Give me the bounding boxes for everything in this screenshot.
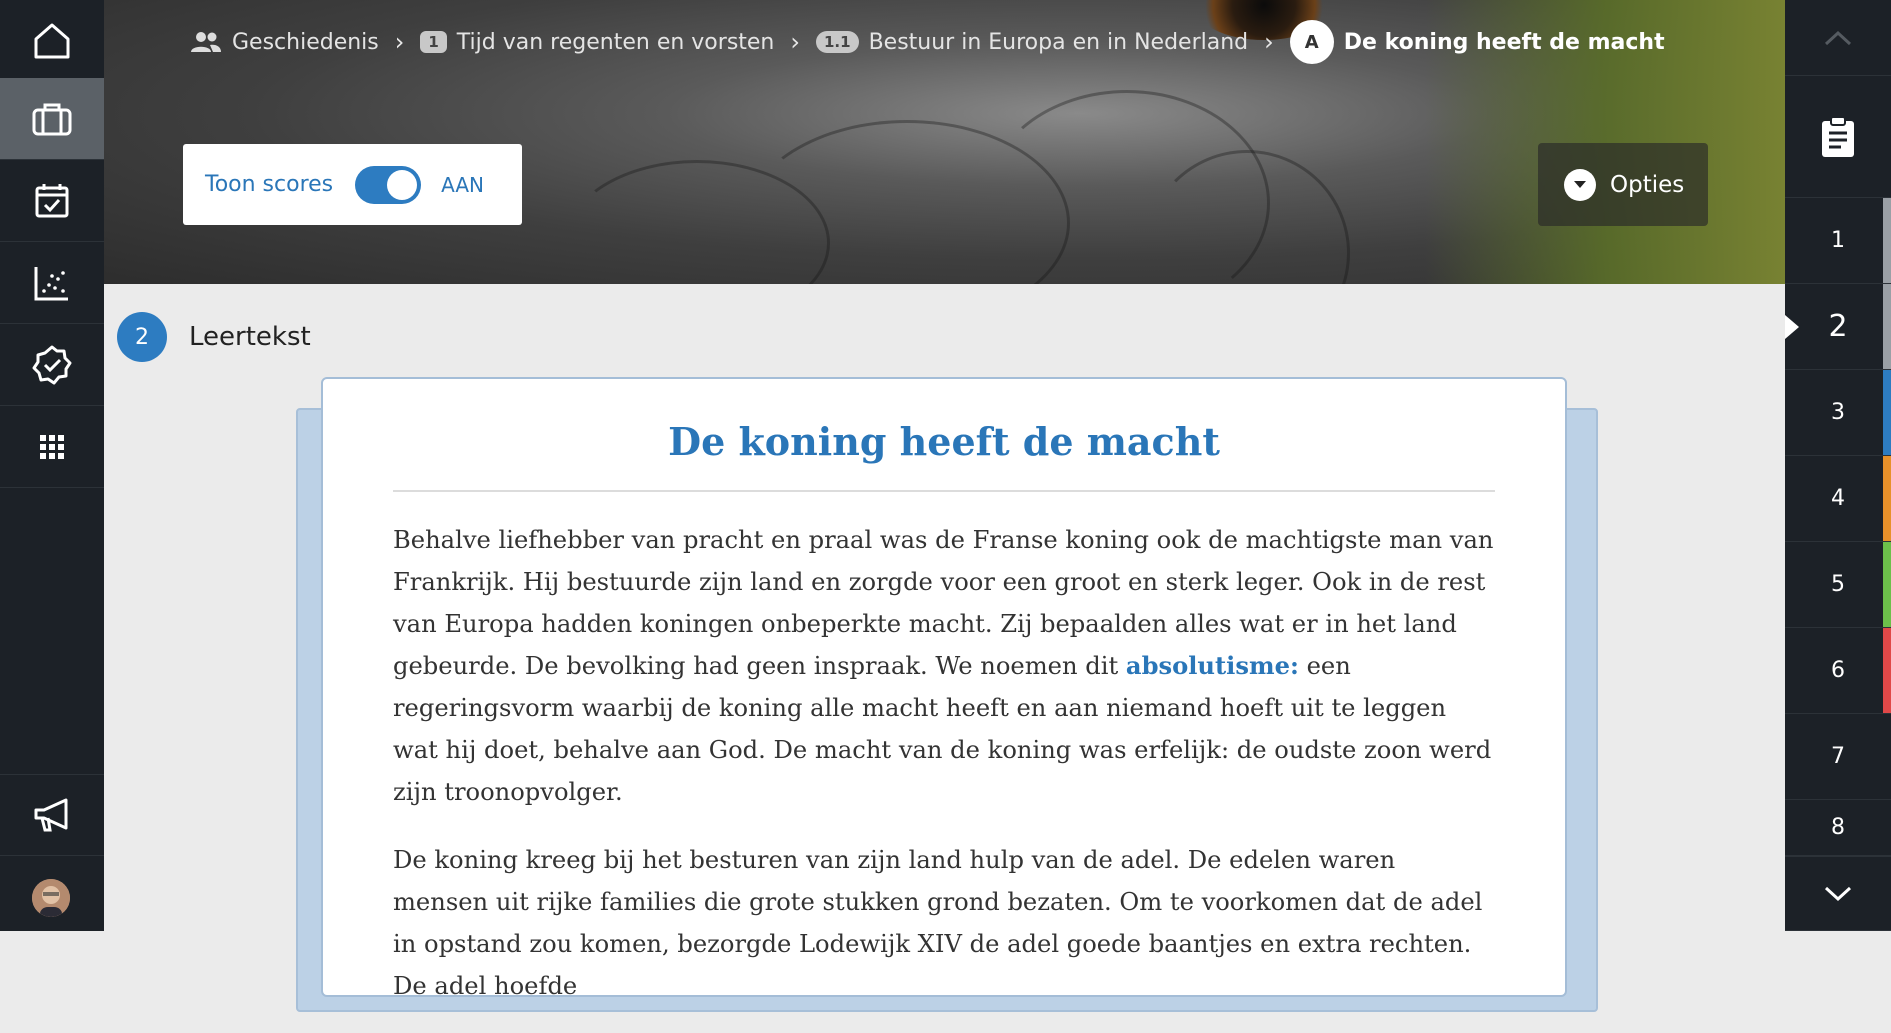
status-color-bar [1883, 284, 1891, 369]
nav-item-label: 1 [1831, 228, 1845, 253]
crumb-section-label: Bestuur in Europa en in Nederland [868, 29, 1249, 55]
calendar-check-icon [35, 183, 69, 217]
crumb-lesson: A De koning heeft de macht [1289, 20, 1665, 64]
left-sidebar [0, 0, 104, 931]
article-title: De koning heeft de macht [668, 419, 1220, 464]
nav-item-label: 7 [1831, 744, 1845, 769]
badge-check-icon [32, 345, 72, 384]
grid-icon [40, 434, 64, 459]
section-number-badge: 1.1 [816, 31, 859, 53]
crumb-lesson-label: De koning heeft de macht [1343, 29, 1665, 55]
breadcrumb: Geschiedenis › 1 Tijd van regenten en vo… [190, 20, 1665, 64]
paragraph: Behalve liefhebber van pracht en praal w… [393, 519, 1495, 813]
options-button[interactable]: Opties [1538, 143, 1708, 226]
nav-item-label: 3 [1831, 400, 1845, 425]
crumb-chapter-label: Tijd van regenten en vorsten [456, 29, 775, 55]
chevron-right-icon: › [790, 28, 800, 56]
crumb-chapter[interactable]: 1 Tijd van regenten en vorsten [420, 30, 774, 55]
portfolio-button[interactable] [0, 78, 104, 160]
nav-item-label: 6 [1831, 658, 1845, 683]
paragraph: De koning kreeg bij het besturen van zij… [393, 846, 1483, 1000]
nav-item-2[interactable]: 2 [1785, 284, 1891, 370]
overview-button[interactable] [1785, 76, 1891, 198]
group-icon [191, 32, 221, 52]
status-color-bar [1883, 542, 1891, 627]
status-color-bar [1883, 628, 1891, 713]
status-color-bar [1883, 714, 1891, 799]
scores-toggle-state: AAN [441, 172, 485, 197]
status-color-bar [1883, 370, 1891, 455]
nav-item-label: 2 [1828, 309, 1848, 344]
scroll-down-button[interactable] [1785, 856, 1891, 931]
briefcase-icon [32, 103, 72, 135]
nav-item-3[interactable]: 3 [1785, 370, 1891, 456]
nav-item-4[interactable]: 4 [1785, 456, 1891, 542]
planner-button[interactable] [0, 160, 104, 242]
chevron-up-icon [1824, 30, 1852, 45]
apps-button[interactable] [0, 406, 104, 488]
nav-item-1[interactable]: 1 [1785, 198, 1891, 284]
results-button[interactable] [0, 242, 104, 324]
crumb-section[interactable]: 1.1 Bestuur in Europa en in Nederland [816, 30, 1248, 55]
announcements-button[interactable] [0, 774, 104, 856]
home-button[interactable] [0, 0, 104, 82]
chevron-down-icon [1824, 886, 1852, 901]
article-body: Behalve liefhebber van pracht en praal w… [393, 519, 1495, 1033]
clipboard-icon [1822, 115, 1854, 157]
lesson-letter-badge: A [1289, 20, 1334, 64]
nav-item-label: 4 [1831, 486, 1845, 511]
status-color-bar [1883, 800, 1891, 855]
chart-icon [34, 266, 68, 300]
crumb-subject[interactable]: Geschiedenis [190, 30, 379, 55]
nav-item-8[interactable]: 8 [1785, 800, 1891, 856]
options-label: Opties [1610, 171, 1685, 198]
active-pointer-icon [1785, 315, 1799, 339]
tests-button[interactable] [0, 324, 104, 406]
nav-item-5[interactable]: 5 [1785, 542, 1891, 628]
scores-toggle-card: Toon scores AAN [183, 144, 522, 225]
megaphone-icon [34, 798, 68, 832]
scores-toggle-switch[interactable] [355, 165, 422, 204]
nav-item-7[interactable]: 7 [1785, 714, 1891, 800]
article-card: De koning heeft de macht Behalve liefheb… [321, 377, 1567, 1000]
scores-toggle-label: Toon scores [205, 172, 334, 197]
chapter-number-badge: 1 [420, 31, 447, 53]
caret-down-icon [1564, 168, 1596, 201]
block-heading: 2 Leertekst [117, 312, 311, 362]
status-color-bar [1883, 198, 1891, 283]
crumb-subject-label: Geschiedenis [232, 29, 379, 55]
nav-item-6[interactable]: 6 [1785, 628, 1891, 714]
nav-item-label: 8 [1831, 815, 1845, 840]
glossary-term-link[interactable]: absolutisme: [1126, 651, 1299, 680]
block-number-badge: 2 [117, 312, 167, 362]
status-color-bar [1883, 456, 1891, 541]
nav-item-label: 5 [1831, 572, 1845, 597]
home-icon [34, 23, 70, 58]
title-divider [393, 490, 1495, 492]
avatar[interactable] [32, 879, 70, 917]
chevron-right-icon: › [1264, 28, 1274, 56]
scroll-up-button[interactable] [1785, 0, 1891, 76]
block-title: Leertekst [189, 322, 311, 352]
chevron-right-icon: › [394, 28, 405, 56]
right-nav: 1 2 3 4 5 6 7 8 [1785, 0, 1891, 931]
